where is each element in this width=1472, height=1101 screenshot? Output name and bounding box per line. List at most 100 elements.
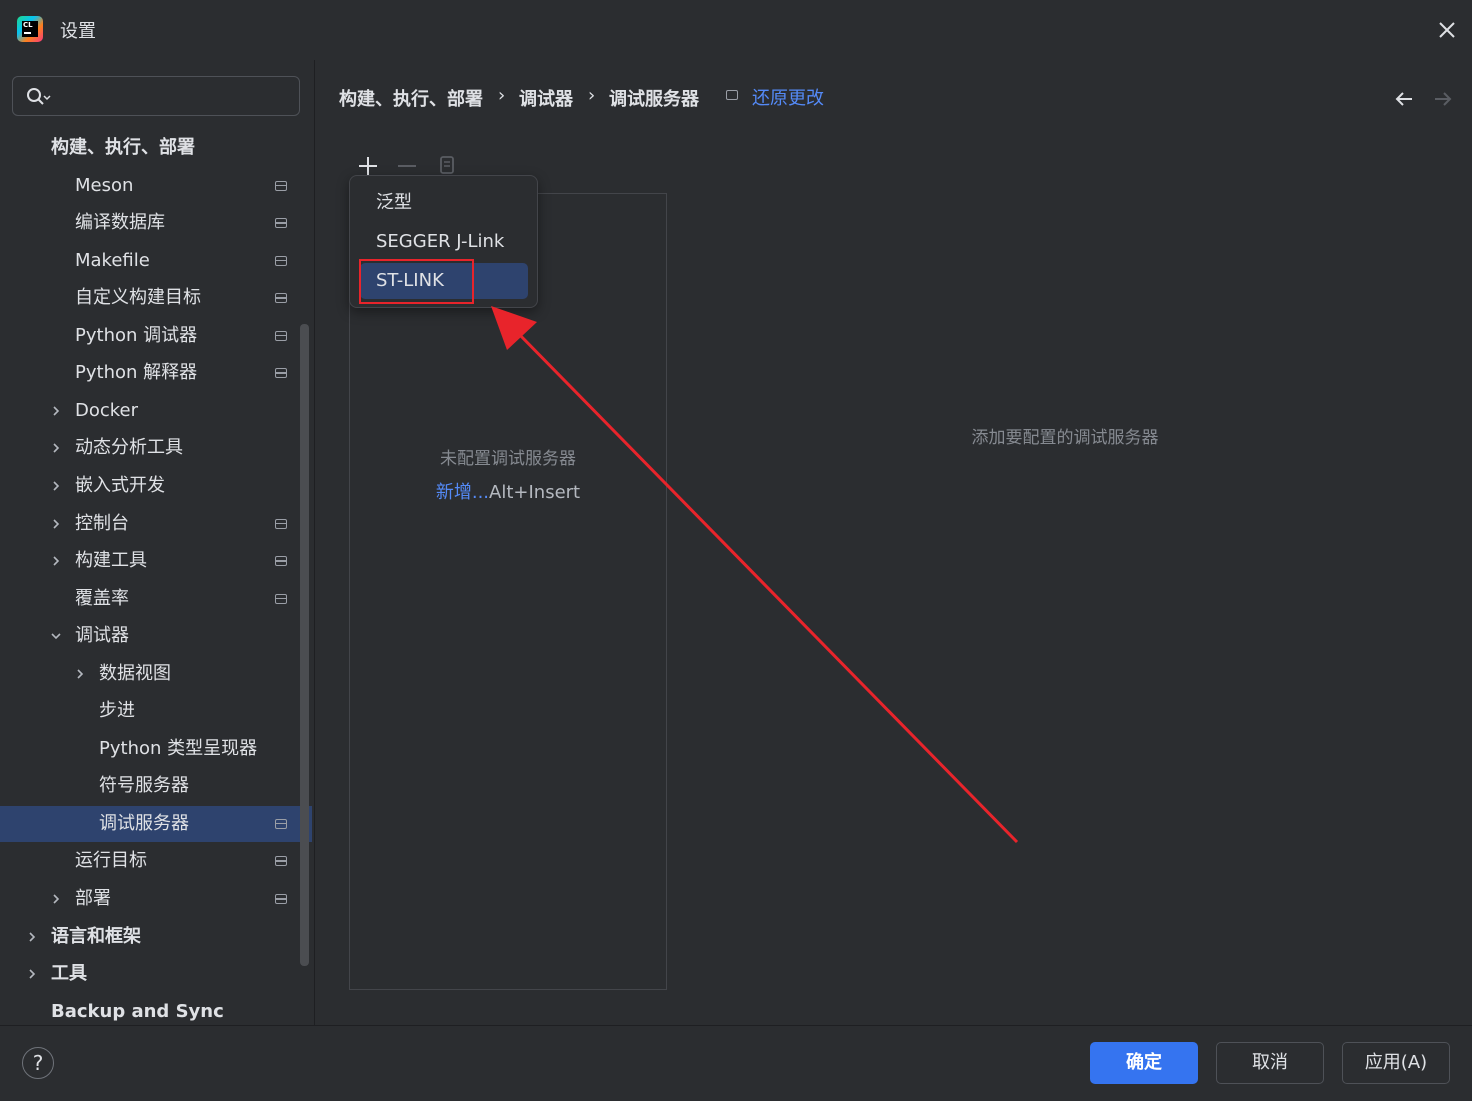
sidebar-item-label: Makefile [75,249,150,271]
sidebar-item-label: 调试器 [75,625,129,647]
project-page-icon [275,556,287,567]
sidebar-item-label: 运行目标 [75,850,147,872]
sidebar-item-label: 自定义构建目标 [75,287,201,309]
debug-server-list[interactable] [349,193,667,990]
chevron-right-icon[interactable] [26,931,38,943]
app-logo-icon: CL [17,16,43,42]
sidebar-item[interactable]: Python 类型呈现器 [0,731,300,767]
chevron-right-icon[interactable] [50,442,62,454]
sidebar-item-label: 符号服务器 [99,775,189,797]
breadcrumb-item-debug-server: 调试服务器 [609,89,699,110]
sidebar-item-label: 嵌入式开发 [75,474,165,496]
sidebar-item[interactable]: 构建工具 [0,543,300,579]
project-page-icon [275,218,287,229]
project-page-icon [275,518,287,529]
sidebar-item[interactable]: Docker [0,393,300,429]
title-bar [0,0,1472,60]
sidebar-item[interactable]: 编译数据库 [0,205,300,241]
chevron-right-icon[interactable] [50,893,62,905]
sidebar-item[interactable]: 调试器 [0,618,300,654]
sidebar-item[interactable]: 自定义构建目标 [0,280,300,316]
minus-icon[interactable] [396,155,418,177]
reset-changes-link[interactable]: 还原更改 [752,84,824,110]
sidebar-item-label: Python 解释器 [75,362,198,384]
ok-button[interactable]: 确定 [1090,1042,1198,1084]
sidebar-item[interactable]: Meson [0,168,300,204]
project-page-icon [726,90,738,100]
project-page-icon [275,330,287,341]
detail-hint: 添加要配置的调试服务器 [971,428,1159,448]
breadcrumb-item-build[interactable]: 构建、执行、部署 [339,85,483,111]
sidebar-item[interactable]: 符号服务器 [0,768,300,804]
chevron-right-icon[interactable] [74,668,86,680]
arrow-left-icon[interactable] [1393,88,1415,110]
sidebar-item[interactable]: 步进 [0,693,300,729]
help-button[interactable]: ? [22,1047,54,1079]
sidebar-item-label: Python 类型呈现器 [99,737,258,759]
project-page-icon [275,818,287,829]
empty-list-add: 新增...Alt+Insert [349,478,667,504]
annotation-highlight-box [359,259,474,304]
project-page-icon [275,293,287,304]
breadcrumb-item-debugger[interactable]: 调试器 [519,85,573,111]
sidebar-item-label: 控制台 [75,512,129,534]
sidebar-item-label: 编译数据库 [75,212,165,234]
chevron-right-icon[interactable] [50,518,62,530]
sidebar-item-label: 构建、执行、部署 [51,137,195,158]
copy-icon[interactable] [436,155,458,177]
search-icon [27,88,51,105]
sidebar-item[interactable]: 运行目标 [0,843,300,879]
project-page-icon [275,894,287,904]
chevron-right-icon[interactable] [50,555,62,567]
sidebar-item[interactable]: 调试服务器 [0,805,312,842]
chevron-right-icon[interactable] [50,480,62,492]
project-page-icon [275,180,287,191]
sidebar-item-label: 动态分析工具 [75,437,183,459]
arrow-right-icon[interactable] [1432,88,1454,110]
search-input[interactable] [12,76,300,116]
sidebar-item[interactable]: 数据视图 [0,656,300,692]
plus-icon[interactable] [357,155,379,177]
sidebar-item[interactable]: 嵌入式开发 [0,468,300,504]
cancel-button[interactable]: 取消 [1216,1042,1324,1084]
project-page-icon [275,368,287,379]
close-icon[interactable] [1434,17,1460,43]
sidebar-item-label: 部署 [75,888,111,909]
sidebar-item[interactable]: 语言和框架 [0,919,300,955]
apply-button[interactable]: 应用(A) [1342,1042,1450,1084]
sidebar-item-label: Docker [75,399,139,421]
sidebar-item[interactable]: 构建、执行、部署 [0,130,300,166]
window-title: 设置 [60,21,96,42]
breadcrumb-separator: › [588,85,596,106]
project-page-icon [275,593,287,604]
sidebar-item-label: Python 调试器 [75,324,198,346]
add-shortcut: Alt+Insert [489,482,581,503]
breadcrumb-separator: › [498,85,506,106]
project-page-icon [275,255,287,266]
empty-list-text: 未配置调试服务器 [440,449,576,469]
popup-item-generic[interactable]: 泛型 [360,185,528,221]
sidebar-item-label: 语言和框架 [51,925,141,947]
sidebar-item[interactable]: 控制台 [0,506,300,542]
sidebar-item-label: 步进 [99,700,135,722]
add-link[interactable]: 新增... [436,482,489,503]
sidebar-item-label: Meson [75,174,134,196]
project-page-icon [275,856,287,867]
sidebar-item-label: 覆盖率 [75,587,129,609]
popup-item-segger-jlink[interactable]: SEGGER J-Link [360,224,528,260]
sidebar-scrollbar[interactable] [300,324,309,966]
sidebar-item-label: 构建工具 [75,550,147,572]
chevron-down-icon[interactable] [50,630,62,642]
sidebar-item[interactable]: 覆盖率 [0,581,300,617]
sidebar-item-label: 数据视图 [99,662,171,684]
sidebar-item-label: 工具 [51,963,87,985]
sidebar-item[interactable]: 部署 [0,881,300,917]
sidebar-item[interactable]: Python 调试器 [0,318,300,354]
sidebar-item-label: 调试服务器 [99,812,189,834]
sidebar-item[interactable]: Python 解释器 [0,355,300,391]
chevron-right-icon[interactable] [50,405,62,417]
sidebar-item[interactable]: Makefile [0,243,300,279]
chevron-right-icon[interactable] [26,968,38,980]
sidebar-item[interactable]: 动态分析工具 [0,430,300,466]
sidebar-item[interactable]: 工具 [0,956,300,992]
